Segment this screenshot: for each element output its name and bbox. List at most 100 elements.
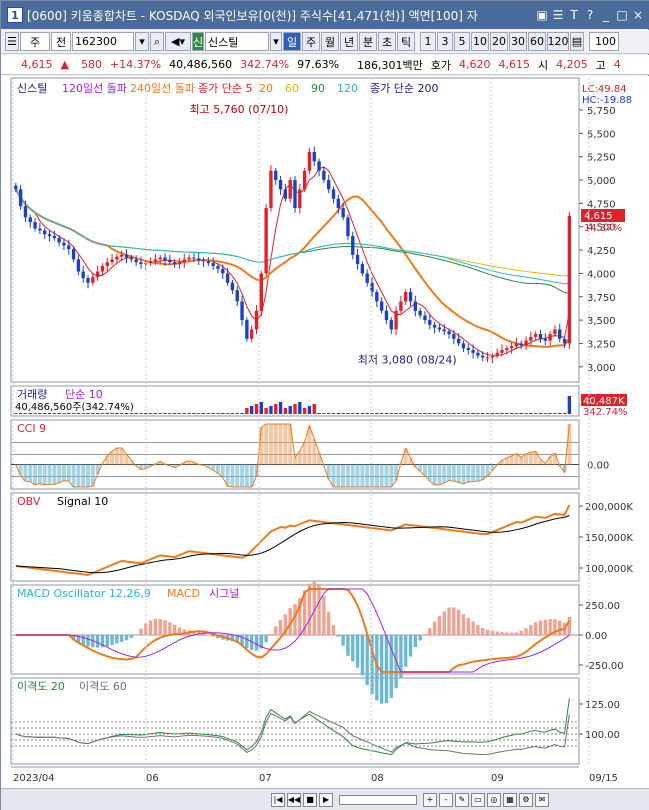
- candle-body: [413, 301, 418, 311]
- candle-body: [153, 259, 158, 262]
- legend-item-0: 신스틸: [17, 82, 47, 95]
- tool-2-icon[interactable]: ▭: [471, 792, 485, 807]
- num-120[interactable]: 120: [547, 32, 569, 51]
- text-icon[interactable]: T: [568, 8, 580, 22]
- tab-second[interactable]: 초: [378, 32, 396, 51]
- quote-vol-ratio: 342.74%: [240, 58, 290, 71]
- candle-body: [81, 271, 85, 279]
- count-input[interactable]: 100: [589, 32, 619, 51]
- candle-body: [524, 340, 528, 346]
- volume-bar: [62, 413, 66, 414]
- layout-icon[interactable]: ▣: [536, 8, 548, 22]
- pane-border-0: [10, 77, 580, 383]
- settings-icon[interactable]: ☰: [5, 32, 19, 51]
- num-1[interactable]: 1: [420, 32, 436, 51]
- help-icon[interactable]: ?: [584, 8, 596, 22]
- candle-body: [558, 329, 562, 339]
- tab-year[interactable]: 년: [340, 32, 358, 51]
- candle-body: [43, 230, 47, 235]
- candle-body: [52, 236, 57, 238]
- num-5[interactable]: 5: [454, 32, 470, 51]
- volume-bar: [225, 413, 230, 414]
- num-30[interactable]: 30: [509, 32, 527, 51]
- volume-bar: [471, 413, 475, 414]
- current-pct-label: 14.37%: [584, 223, 622, 234]
- chart-area[interactable]: 5,750 5,500 5,250 5,000 4,750 4,500 4,250 4,000…: [1, 76, 649, 788]
- y-tick-label: 5,000: [587, 176, 616, 187]
- price-chart[interactable]: 5,7505,5005,2505,0004,7504,5004,2504,000…: [1, 76, 649, 788]
- volume-bar: [43, 413, 47, 414]
- zoom-out-icon[interactable]: -: [439, 792, 453, 807]
- candle-body: [505, 348, 509, 350]
- list-icon[interactable]: ▤: [570, 32, 584, 51]
- volume-bar: [514, 413, 519, 414]
- period-select[interactable]: 주: [20, 32, 50, 51]
- window-title: [0600] 키움종합차트 - KOSDAQ 외국인보유[0(천)] 주식수[4…: [27, 8, 478, 23]
- candle-body: [399, 301, 403, 311]
- search-icon[interactable]: ⌕: [150, 32, 164, 51]
- tool-4-icon[interactable]: ▦: [503, 792, 517, 807]
- tab-week[interactable]: 주: [302, 32, 320, 51]
- disparity-tick-label: 125.00: [585, 700, 620, 711]
- num-3[interactable]: 3: [437, 32, 453, 51]
- code-input[interactable]: 162300: [72, 32, 134, 51]
- candle-body: [461, 343, 466, 349]
- tool-1-icon[interactable]: ✎: [455, 792, 469, 807]
- maximize-icon[interactable]: □: [616, 8, 628, 22]
- tool-6-icon[interactable]: ✉: [535, 792, 549, 807]
- candle-body: [269, 170, 273, 209]
- candle-body: [100, 265, 105, 272]
- prev-icon[interactable]: ◀◀: [287, 792, 301, 807]
- sound-icon[interactable]: ◀▾: [165, 32, 191, 51]
- close-icon[interactable]: ×: [632, 8, 644, 22]
- candle-body: [177, 262, 182, 265]
- tool-3-icon[interactable]: ◎: [487, 792, 501, 807]
- tab-day[interactable]: 일: [283, 32, 301, 51]
- candle-body: [394, 310, 398, 330]
- next-icon[interactable]: ▶: [319, 792, 333, 807]
- first-icon[interactable]: |◀: [271, 792, 285, 807]
- candle-body: [211, 263, 215, 266]
- volume-bar: [505, 413, 509, 414]
- stop-icon[interactable]: ■: [303, 792, 317, 807]
- volume-bar: [33, 413, 37, 414]
- minimize-icon[interactable]: _: [600, 8, 612, 22]
- tab-tick[interactable]: 틱: [397, 32, 415, 51]
- menu-icon[interactable]: ☰: [552, 8, 564, 22]
- scroll-track[interactable]: [339, 794, 417, 805]
- cci-label: CCI 9: [17, 422, 46, 435]
- candle-body: [230, 282, 235, 291]
- candle-body: [307, 152, 312, 171]
- num-60[interactable]: 60: [528, 32, 546, 51]
- dropdown-icon[interactable]: ▾: [135, 32, 149, 51]
- volume-bar: [399, 413, 403, 414]
- candle-body: [331, 189, 336, 199]
- legend-item-8: 종가 단순 200: [370, 82, 438, 95]
- volume-bar: [423, 413, 427, 414]
- tab-month[interactable]: 월: [321, 32, 339, 51]
- type-select[interactable]: 전: [51, 32, 71, 51]
- candle-body: [115, 256, 119, 260]
- volume-bar: [163, 413, 167, 414]
- tab-minute[interactable]: 분: [359, 32, 377, 51]
- num-10[interactable]: 10: [471, 32, 489, 51]
- zoom-in-icon[interactable]: +: [423, 792, 437, 807]
- macd-tick-label: 0.00: [585, 631, 607, 642]
- stock-name[interactable]: 신스틸: [205, 32, 269, 51]
- name-dropdown-icon[interactable]: ▾: [270, 32, 282, 51]
- volume-bar: [81, 413, 85, 414]
- candle-body: [341, 208, 345, 218]
- volume-bar: [221, 413, 225, 414]
- tool-5-icon[interactable]: ⚙: [519, 792, 533, 807]
- volume-bar: [327, 413, 331, 414]
- num-20[interactable]: 20: [490, 32, 508, 51]
- candle-body: [206, 261, 211, 264]
- volume-bar: [558, 413, 562, 414]
- x-tick-label: 09/15: [589, 773, 618, 784]
- candle-body: [197, 258, 201, 261]
- candle-body: [14, 185, 18, 190]
- candle-body: [148, 261, 153, 264]
- candle-body: [476, 352, 480, 356]
- volume-bar: [139, 413, 143, 414]
- candle-body: [538, 334, 543, 339]
